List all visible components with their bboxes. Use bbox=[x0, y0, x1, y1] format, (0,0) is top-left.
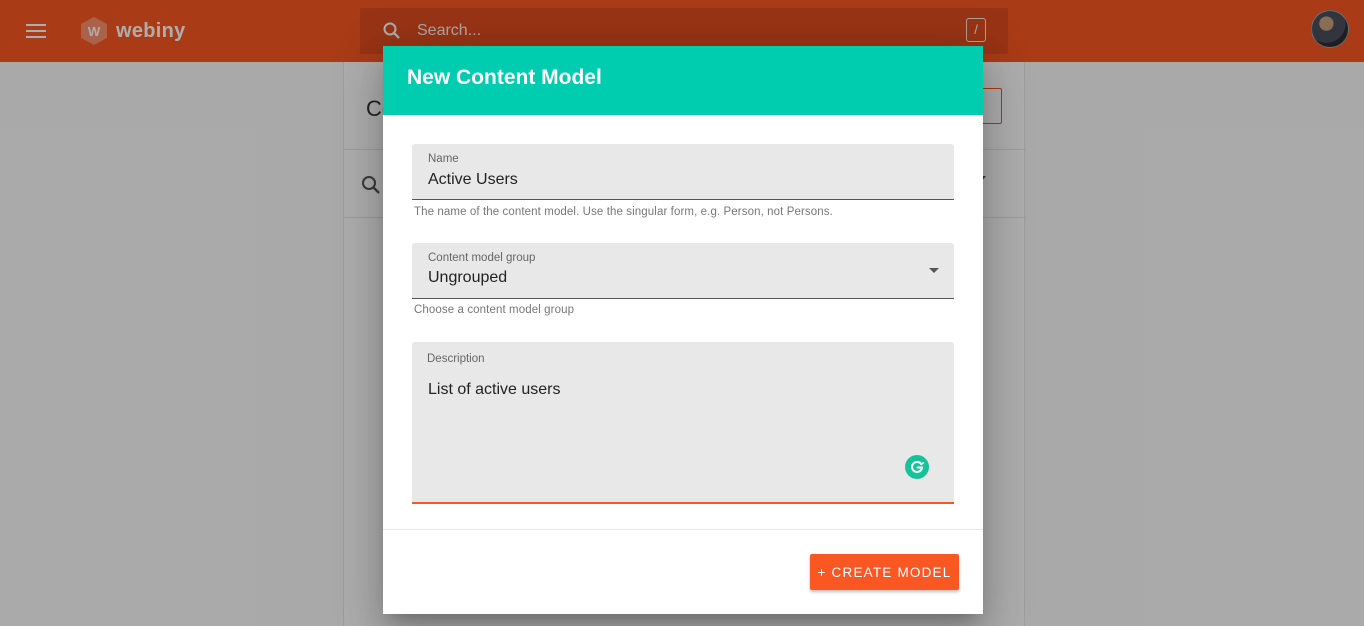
description-field-label: Description bbox=[427, 353, 485, 365]
content-model-group-select[interactable]: Content model group Ungrouped bbox=[412, 243, 954, 299]
group-field-value: Ungrouped bbox=[428, 269, 508, 286]
description-field-value[interactable]: List of active users bbox=[428, 381, 561, 399]
create-model-button[interactable]: + CREATE MODEL bbox=[810, 554, 959, 590]
name-field-label: Name bbox=[428, 153, 459, 165]
name-field-helper: The name of the content model. Use the s… bbox=[414, 206, 833, 218]
dialog-title: New Content Model bbox=[407, 66, 602, 89]
group-field-label: Content model group bbox=[428, 252, 536, 264]
grammarly-icon[interactable] bbox=[905, 455, 929, 479]
dialog-divider bbox=[383, 529, 983, 530]
grammarly-g-icon bbox=[911, 460, 925, 473]
dropdown-arrow-icon[interactable] bbox=[929, 268, 939, 273]
name-field-value[interactable]: Active Users bbox=[428, 171, 518, 189]
dialog-header: New Content Model bbox=[383, 46, 983, 115]
group-field-helper: Choose a content model group bbox=[414, 304, 575, 316]
description-textarea[interactable]: Description List of active users bbox=[412, 342, 954, 504]
name-field[interactable]: Name Active Users bbox=[412, 144, 954, 200]
new-content-model-dialog: New Content Model Name Active Users The … bbox=[383, 46, 983, 614]
